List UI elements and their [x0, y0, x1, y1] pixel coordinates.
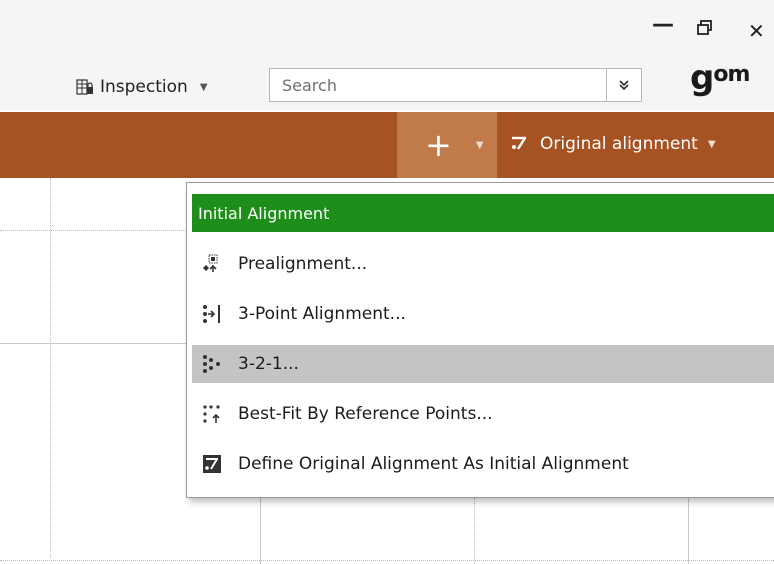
- workspace-mode-label: Inspection: [100, 77, 188, 97]
- inspection-table-icon: [76, 79, 93, 95]
- menu-item-best-fit[interactable]: Best-Fit By Reference Points...: [192, 395, 774, 433]
- menu-item-label: Best-Fit By Reference Points...: [238, 404, 493, 424]
- alignment-dropdown-menu: Initial Alignment Prealignment... 3-Poin…: [186, 182, 774, 498]
- three-point-alignment-icon: [203, 305, 220, 323]
- original-alignment-icon: [512, 136, 527, 150]
- restore-button[interactable]: [697, 20, 713, 42]
- alignment-label: Original alignment: [540, 134, 698, 154]
- menu-item-label: Define Original Alignment As Initial Ali…: [238, 454, 629, 474]
- menu-item-label: Prealignment...: [238, 254, 368, 274]
- minimize-button[interactable]: —: [652, 14, 674, 36]
- gom-logo: gom: [690, 58, 750, 98]
- add-element-button[interactable]: + ▼: [397, 112, 497, 178]
- search-options-button[interactable]: [606, 69, 641, 101]
- restore-icon: [697, 20, 712, 35]
- alignment-selector[interactable]: Original alignment ▼: [510, 134, 716, 154]
- three-two-one-icon: [203, 355, 220, 373]
- search-box: [269, 68, 642, 102]
- menu-item-label: 3-2-1...: [238, 354, 299, 374]
- plus-icon: +: [425, 126, 452, 164]
- best-fit-icon: [203, 405, 220, 423]
- menu-item-3-point-alignment[interactable]: 3-Point Alignment...: [192, 295, 774, 333]
- menu-item-define-original-alignment[interactable]: Define Original Alignment As Initial Ali…: [192, 445, 774, 483]
- chevron-down-icon: ▼: [707, 138, 716, 150]
- close-button[interactable]: ✕: [748, 20, 765, 42]
- chevron-down-icon: ▼: [199, 81, 208, 93]
- workspace-mode-selector[interactable]: Inspection ▼: [76, 74, 208, 100]
- title-bar: — ✕ Inspection ▼ gom: [0, 0, 774, 110]
- menu-item-3-2-1[interactable]: 3-2-1...: [192, 345, 774, 383]
- menu-item-label: 3-Point Alignment...: [238, 304, 406, 324]
- search-input[interactable]: [270, 69, 602, 101]
- menu-item-prealignment[interactable]: Prealignment...: [192, 245, 774, 283]
- alignment-toolbar: + ▼ Original alignment ▼: [0, 112, 774, 178]
- chevron-down-icon: ▼: [475, 139, 484, 151]
- menu-section-header: Initial Alignment: [192, 194, 774, 232]
- double-chevron-down-icon: [619, 80, 629, 91]
- define-original-alignment-icon: [203, 455, 221, 473]
- prealignment-icon: [203, 254, 218, 272]
